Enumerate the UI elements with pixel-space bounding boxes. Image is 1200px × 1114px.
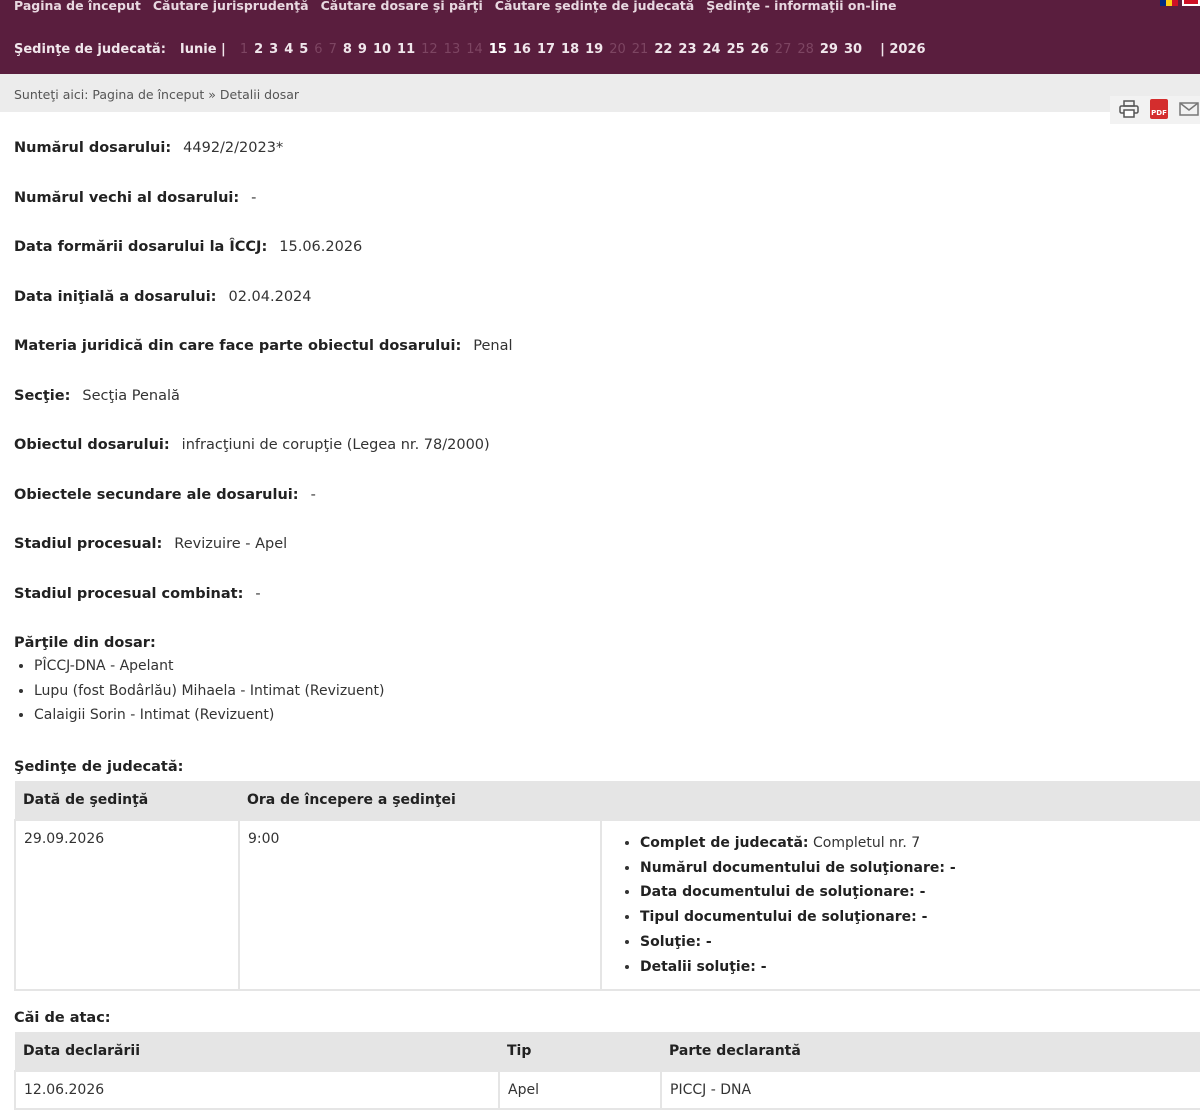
calendar-day-13: 13 (443, 42, 461, 57)
field-procedural-stage: Stadiul procesual: Revizuire - Apel (14, 536, 288, 552)
menu-case-law-search[interactable]: Căutare jurisprudenţă (153, 0, 309, 13)
menu-hearing-search[interactable]: Căutare şedinţe de judecată (495, 0, 694, 13)
field-formation-date: Data formării dosarului la ÎCCJ: 15.06.20… (14, 239, 363, 255)
parties-list: PÎCCJ-DNA - Apelant Lupu (fost Bodârlău)… (14, 654, 384, 728)
language-flags (1160, 0, 1200, 6)
calendar-day-1: 1 (239, 42, 249, 57)
calendar-day-3[interactable]: 3 (269, 42, 278, 57)
field-combined-stage: Stadiul procesual combinat: - (14, 586, 261, 602)
calendar-day-22[interactable]: 22 (654, 42, 672, 57)
calendar-day-26[interactable]: 26 (751, 42, 769, 57)
calendar-day-2[interactable]: 2 (254, 42, 263, 57)
col-details (601, 781, 1200, 820)
detail-panel: Complet de judecată: Completul nr. 7 (640, 831, 1200, 856)
calendar-day-4[interactable]: 4 (284, 42, 293, 57)
calendar-label: Şedinţe de judecată: (14, 42, 166, 57)
calendar-day-21: 21 (631, 42, 649, 57)
toolbar: PDF (1110, 96, 1200, 124)
table-row: 12.06.2026 Apel PICCJ - DNA (14, 1070, 1200, 1110)
field-case-object: Obiectul dosarului: infracţiuni de corupţ… (14, 437, 490, 453)
parties-title: Părţile din dosar: (14, 635, 156, 651)
calendar-day-30[interactable]: 30 (844, 42, 862, 57)
field-secondary-objects: Obiectele secundare ale dosarului: - (14, 487, 316, 503)
col-declaration-date: Data declarării (15, 1032, 499, 1071)
appeal-date-cell: 12.06.2026 (14, 1070, 500, 1110)
calendar-day-28: 28 (797, 42, 814, 57)
appeal-type-cell: Apel (498, 1070, 662, 1110)
calendar-day-6: 6 (314, 42, 323, 57)
hearing-date-cell: 29.09.2026 (14, 818, 240, 992)
detail-document-date: Data documentului de soluţionare: - (640, 880, 1200, 905)
hearing-details-list: Complet de judecată: Completul nr. 7 Num… (610, 831, 1200, 979)
calendar-day-23[interactable]: 23 (678, 42, 696, 57)
calendar-year[interactable]: | 2026 (880, 42, 925, 57)
calendar-day-9[interactable]: 9 (358, 42, 367, 57)
party-item: Calaigii Sorin - Intimat (Revizuent) (34, 703, 384, 728)
party-item: Lupu (fost Bodârlău) Mihaela - Intimat (… (34, 679, 384, 704)
english-flag-icon[interactable] (1182, 0, 1200, 6)
calendar-day-15[interactable]: 15 (489, 42, 507, 57)
appeals-table: Data declarării Tip Parte declarantă 12.… (14, 1032, 1200, 1110)
calendar-day-7: 7 (328, 42, 337, 57)
calendar-month[interactable]: Iunie | (180, 42, 226, 57)
calendar-day-11[interactable]: 11 (397, 42, 415, 57)
field-legal-matter: Materia juridică din care face parte obi… (14, 338, 513, 354)
romanian-flag-icon[interactable] (1160, 0, 1178, 6)
hearing-details-cell: Complet de judecată: Completul nr. 7 Num… (600, 818, 1200, 992)
detail-document-number: Numărul documentului de soluţionare: - (640, 856, 1200, 881)
detail-document-type: Tipul documentului de soluţionare: - (640, 905, 1200, 930)
hearings-title: Şedinţe de judecată: (14, 759, 184, 775)
header-bar: Pagina de început Căutare jurisprudenţă … (0, 0, 1200, 74)
hearing-calendar: Şedinţe de judecată: Iunie | 1 2 3 4 5 6 7 8 9 10… (14, 42, 926, 57)
breadcrumb-bar: Sunteţi aici: Pagina de început » Detali… (0, 74, 1200, 112)
hearing-time-cell: 9:00 (238, 818, 602, 992)
col-type: Tip (499, 1032, 661, 1071)
calendar-day-10[interactable]: 10 (373, 42, 391, 57)
breadcrumb: Sunteţi aici: Pagina de început » Detali… (14, 87, 300, 102)
calendar-day-24[interactable]: 24 (703, 42, 721, 57)
calendar-day-14: 14 (466, 42, 483, 57)
pdf-label: PDF (1150, 99, 1168, 119)
calendar-day-12: 12 (421, 42, 438, 57)
calendar-day-27: 27 (774, 42, 792, 57)
case-number-value: 4492/2/2023* (183, 140, 284, 156)
pdf-icon[interactable]: PDF (1148, 98, 1170, 120)
calendar-day-25[interactable]: 25 (727, 42, 745, 57)
col-declaring-party: Parte declarantă (661, 1032, 1200, 1071)
col-hearing-date: Dată de şedinţă (15, 781, 239, 820)
calendar-day-20: 20 (609, 42, 626, 57)
field-initial-date: Data iniţială a dosarului: 02.04.2024 (14, 289, 312, 305)
email-icon[interactable] (1178, 98, 1200, 120)
hearings-table: Dată de şedinţă Ora de începere a şedinţ… (14, 781, 1200, 992)
calendar-day-29[interactable]: 29 (820, 42, 838, 57)
menu-case-search[interactable]: Căutare dosare şi părţi (321, 0, 483, 13)
field-old-case-number: Numărul vechi al dosarului: - (14, 190, 257, 206)
appeal-party-cell: PICCJ - DNA (660, 1070, 1200, 1110)
detail-solution: Soluţie: - (640, 930, 1200, 955)
table-header-row: Dată de şedinţă Ora de începere a şedinţ… (15, 781, 1200, 820)
calendar-day-18[interactable]: 18 (561, 42, 579, 57)
calendar-day-8[interactable]: 8 (343, 42, 352, 57)
calendar-day-16[interactable]: 16 (513, 42, 531, 57)
party-item: PÎCCJ-DNA - Apelant (34, 654, 384, 679)
calendar-days: 1 2 3 4 5 6 7 8 9 10 11 12 13 14 15 16 17 18 19 20 21 22 23 24 2… (240, 42, 868, 57)
table-row: 29.09.2026 9:00 Complet de judecată: Com… (14, 818, 1200, 992)
calendar-day-19[interactable]: 19 (585, 42, 603, 57)
appeals-title: Căi de atac: (14, 1010, 111, 1026)
calendar-day-17[interactable]: 17 (537, 42, 555, 57)
menu-home[interactable]: Pagina de început (14, 0, 141, 13)
top-menu: Pagina de început Căutare jurisprudenţă … (14, 0, 897, 13)
field-section: Secţie: Secţia Penală (14, 388, 180, 404)
menu-online-hearings[interactable]: Şedinţe - informaţii on-line (706, 0, 896, 13)
printer-icon[interactable] (1118, 98, 1140, 120)
table-header-row: Data declarării Tip Parte declarantă (15, 1032, 1200, 1071)
col-start-time: Ora de începere a şedinţei (239, 781, 601, 820)
detail-solution-details: Detalii soluţie: - (640, 955, 1200, 980)
field-case-number: Numărul dosarului: 4492/2/2023* (14, 140, 284, 156)
calendar-day-5[interactable]: 5 (299, 42, 308, 57)
